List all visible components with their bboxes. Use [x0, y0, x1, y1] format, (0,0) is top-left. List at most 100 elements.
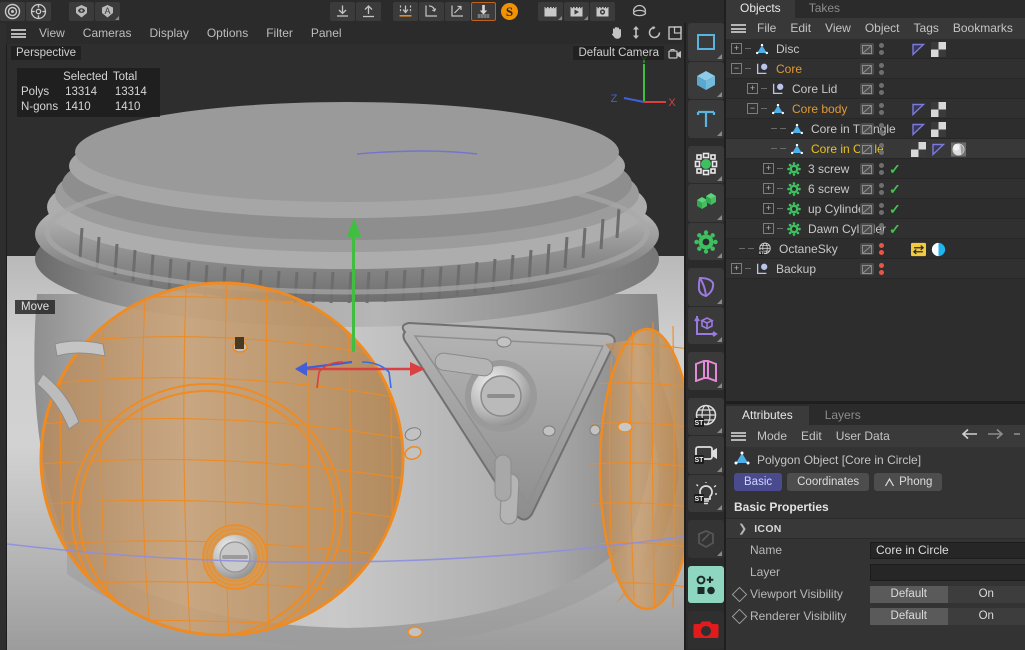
- letter-a-icon[interactable]: A: [95, 2, 120, 21]
- renderer-visibility-default[interactable]: Default: [870, 607, 948, 625]
- viewport-layout-icon[interactable]: [668, 25, 682, 45]
- tab-layers[interactable]: Layers: [809, 406, 877, 425]
- checker-material-icon[interactable]: [931, 121, 946, 137]
- object-row-tags[interactable]: [905, 101, 1025, 117]
- cube-primitive-icon[interactable]: [688, 61, 724, 100]
- tab-attributes[interactable]: Attributes: [726, 406, 809, 425]
- render-settings-icon[interactable]: [590, 2, 615, 21]
- visibility-dots[interactable]: [879, 223, 884, 235]
- circles-icon[interactable]: [0, 2, 25, 21]
- object-row-tags[interactable]: [905, 41, 1025, 57]
- layer-toggle-icon[interactable]: [860, 103, 874, 115]
- viewport-menu-display[interactable]: Display: [140, 23, 197, 44]
- visibility-dots[interactable]: [879, 243, 884, 255]
- expand-icon[interactable]: +: [747, 83, 758, 94]
- array-green-icon[interactable]: [688, 184, 724, 222]
- generator-enabled-check-icon[interactable]: ✓: [889, 182, 905, 196]
- pink-fold-icon[interactable]: [688, 352, 724, 390]
- zoom-dolly-icon[interactable]: [630, 25, 642, 45]
- object-row-tags[interactable]: [905, 141, 1025, 157]
- object-row-core-in-triangle[interactable]: Core in Triangle: [726, 119, 1025, 139]
- expand-icon[interactable]: +: [731, 263, 742, 274]
- layer-toggle-icon[interactable]: [860, 43, 874, 55]
- object-tree[interactable]: + Disc − Core + Core Lid − Core body Core in Tri…: [726, 39, 1025, 403]
- visibility-dots[interactable]: [879, 203, 884, 215]
- visibility-dots[interactable]: [879, 163, 884, 175]
- axis-scale-icon[interactable]: [445, 2, 470, 21]
- visibility-dots[interactable]: [879, 263, 884, 275]
- splitter-manager-left[interactable]: [724, 0, 726, 650]
- object-row-octanesky[interactable]: ST OctaneSky: [726, 239, 1025, 259]
- layer-toggle-icon[interactable]: [860, 243, 874, 255]
- collapse-icon[interactable]: −: [747, 103, 758, 114]
- render-view-icon[interactable]: [538, 2, 563, 21]
- expand-icon[interactable]: +: [763, 223, 774, 234]
- import-down-icon[interactable]: [330, 2, 355, 21]
- eye-shield-icon[interactable]: [69, 2, 94, 21]
- expand-icon[interactable]: +: [731, 43, 742, 54]
- gear-circle-icon[interactable]: [26, 2, 51, 21]
- export-up-icon[interactable]: [356, 2, 381, 21]
- tab-takes[interactable]: Takes: [795, 0, 854, 18]
- keyframe-diamond-icon[interactable]: [731, 608, 748, 624]
- visibility-dots[interactable]: [879, 103, 884, 115]
- phong-tag-icon[interactable]: [911, 42, 926, 57]
- layer-toggle-icon[interactable]: [860, 223, 874, 235]
- generator-enabled-check-icon[interactable]: ✓: [889, 202, 905, 216]
- tab-objects[interactable]: Objects: [726, 0, 795, 18]
- om-menu-bookmarks[interactable]: Bookmarks: [946, 18, 1020, 39]
- om-menu-object[interactable]: Object: [858, 18, 907, 39]
- object-row-core-lid[interactable]: + Core Lid: [726, 79, 1025, 99]
- pill-phong[interactable]: Phong: [874, 473, 943, 491]
- layer-toggle-icon[interactable]: [860, 203, 874, 215]
- expand-icon[interactable]: +: [763, 183, 774, 194]
- am-menu-mode[interactable]: Mode: [750, 425, 794, 447]
- visibility-dots[interactable]: [879, 83, 884, 95]
- viewport-menu-filter[interactable]: Filter: [257, 23, 302, 44]
- phong-tag-icon[interactable]: [911, 102, 926, 117]
- axis-cube-icon[interactable]: [688, 306, 724, 345]
- octane-env-blue-icon[interactable]: [931, 242, 946, 257]
- forward-arrow-icon[interactable]: [987, 427, 1004, 445]
- layer-toggle-icon[interactable]: [860, 83, 874, 95]
- point-scale-icon[interactable]: [688, 145, 724, 184]
- visibility-dots[interactable]: [879, 143, 884, 155]
- viewport-3d[interactable]: Perspective Default Camera Selected Tota…: [6, 44, 686, 650]
- add-object-icon[interactable]: [688, 565, 724, 604]
- renderer-visibility-on[interactable]: On: [947, 607, 1025, 625]
- object-row-core-in-circle[interactable]: Core in Circle: [726, 139, 1025, 159]
- viewport-menu-view[interactable]: View: [30, 23, 74, 44]
- layer-toggle-icon[interactable]: [860, 123, 874, 135]
- splitter-viewport-right[interactable]: [684, 23, 686, 650]
- name-input[interactable]: [870, 541, 1025, 559]
- render-circle-icon[interactable]: [627, 2, 652, 21]
- octane-light-icon[interactable]: ST: [688, 474, 724, 513]
- viewport-menu-panel[interactable]: Panel: [302, 23, 351, 44]
- generator-enabled-check-icon[interactable]: ✓: [889, 222, 905, 236]
- layer-toggle-icon[interactable]: [860, 143, 874, 155]
- object-row-tags[interactable]: [905, 242, 1025, 257]
- octane-camera-icon[interactable]: ST: [688, 436, 724, 474]
- om-menu-file[interactable]: File: [750, 18, 783, 39]
- object-row-core-body[interactable]: − Core body: [726, 99, 1025, 119]
- edit-disabled-icon[interactable]: [688, 520, 724, 558]
- octane-s-icon[interactable]: S: [497, 2, 522, 21]
- chevron-right-icon[interactable]: ❯: [738, 522, 747, 535]
- object-row-dawn-cylinder[interactable]: + Dawn Cylinder ✓: [726, 219, 1025, 239]
- visibility-dots[interactable]: [879, 123, 884, 135]
- object-row-up-cylinder[interactable]: + up Cylinder ✓: [726, 199, 1025, 219]
- expand-icon[interactable]: +: [763, 163, 774, 174]
- om-menu-view[interactable]: View: [818, 18, 858, 39]
- viewport-visibility-default[interactable]: Default: [870, 585, 948, 603]
- sphere-preview-icon[interactable]: [951, 141, 966, 157]
- keyframe-diamond-icon[interactable]: [731, 586, 748, 602]
- bend-deformer-icon[interactable]: [688, 268, 724, 306]
- text-tool-icon[interactable]: [688, 100, 724, 138]
- viewport-menu-options[interactable]: Options: [198, 23, 257, 44]
- collapse-icon[interactable]: −: [731, 63, 742, 74]
- om-menu-tags[interactable]: Tags: [907, 18, 946, 39]
- renderer-visibility-segment[interactable]: Default On: [870, 607, 1025, 625]
- object-row-core[interactable]: − Core: [726, 59, 1025, 79]
- deform-down-icon[interactable]: [471, 2, 496, 21]
- axis-rotate-icon[interactable]: [419, 2, 444, 21]
